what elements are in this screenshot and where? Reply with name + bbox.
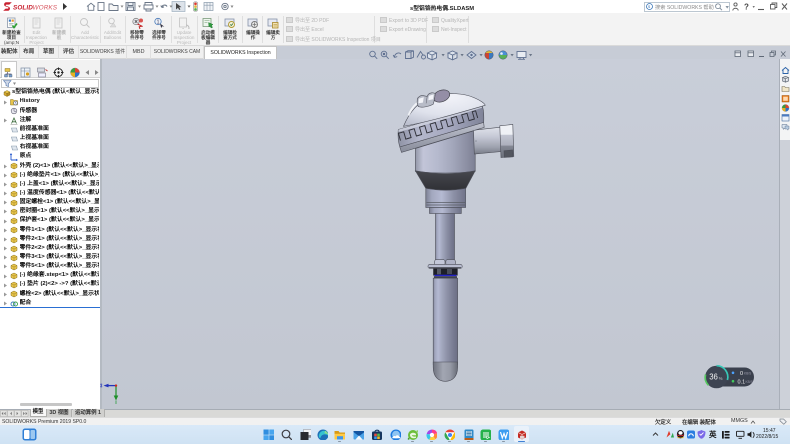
svg-text:KB/S: KB/S bbox=[746, 380, 753, 384]
svg-text:1: 1 bbox=[157, 19, 160, 25]
svg-text:?: ? bbox=[744, 3, 749, 12]
svg-text:SOLID: SOLID bbox=[13, 5, 33, 12]
svg-text:英: 英 bbox=[709, 429, 717, 439]
svg-text:KB/S: KB/S bbox=[744, 372, 751, 376]
svg-text:%: % bbox=[719, 376, 723, 381]
svg-text:0: 0 bbox=[740, 371, 743, 377]
svg-text:s: s bbox=[648, 4, 651, 9]
svg-text:36: 36 bbox=[709, 373, 718, 382]
svg-text:WORKS: WORKS bbox=[33, 5, 58, 12]
svg-text:0.1: 0.1 bbox=[738, 379, 746, 385]
